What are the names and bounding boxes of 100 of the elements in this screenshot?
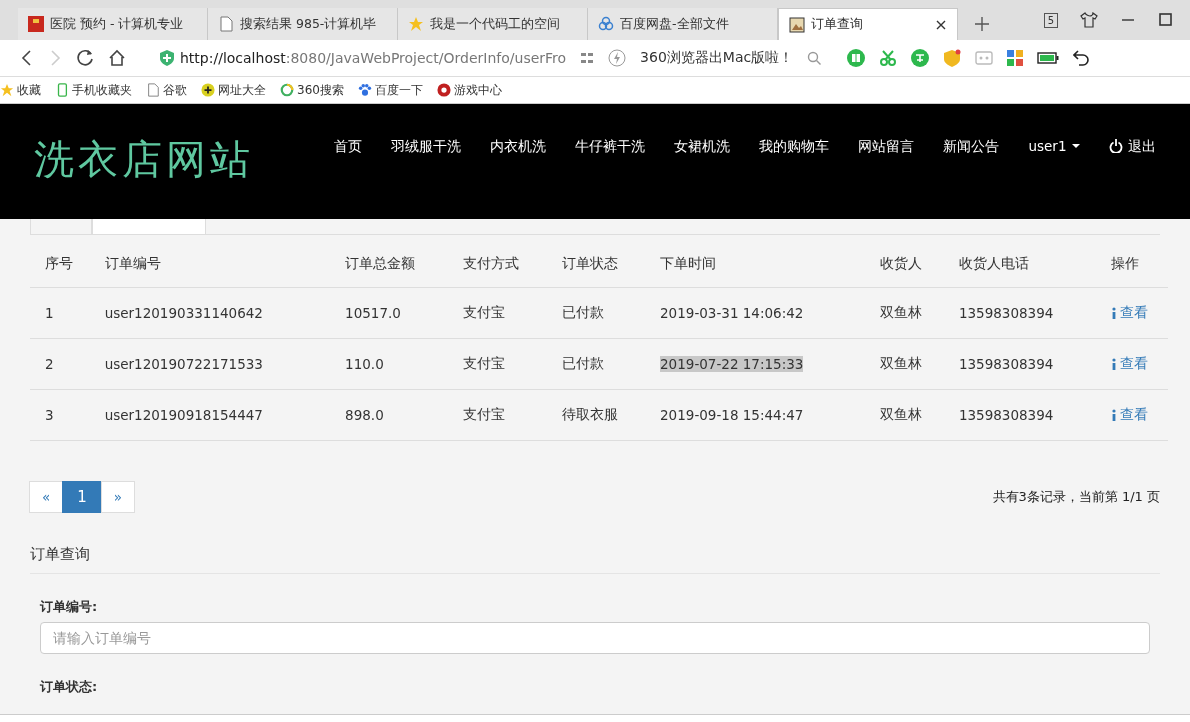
table-cell: 双鱼林 [879, 304, 922, 320]
back-icon[interactable] [20, 49, 34, 67]
caret-icon [1071, 144, 1080, 148]
table-cell: user120190918154447 [104, 407, 263, 423]
user-menu[interactable]: user1 [1013, 135, 1094, 157]
shield-icon [160, 50, 174, 66]
table-cell: 10517.0 [345, 305, 401, 321]
next-page-button[interactable]: » [100, 481, 136, 513]
shield-badge-icon[interactable] [943, 49, 962, 67]
section-title: 订单查询 [30, 545, 1160, 574]
reload-icon[interactable] [76, 49, 94, 67]
nav-link[interactable]: 牛仔裤干洗 [560, 135, 660, 157]
star-icon [408, 16, 424, 32]
page-icon [146, 83, 160, 97]
field-label: 订单编号: [40, 598, 99, 616]
column-header: 订单总金额 [330, 241, 449, 288]
phone-icon [55, 83, 69, 97]
table-cell: 已付款 [561, 355, 604, 371]
lightning-icon[interactable] [608, 49, 627, 67]
close-icon[interactable] [935, 18, 947, 31]
browser-tab[interactable]: 订单查询 [778, 8, 958, 40]
apps-icon[interactable] [1007, 50, 1024, 66]
table-cell: 双鱼林 [879, 355, 922, 371]
view-link[interactable]: 查看 [1110, 355, 1148, 373]
table-cell: 13598308394 [958, 305, 1054, 321]
table-cell: 待取衣服 [561, 406, 618, 422]
scissors-icon[interactable] [879, 49, 898, 67]
column-header: 下单时间 [645, 241, 865, 288]
field-label: 订单状态: [40, 678, 99, 696]
bookmark-link[interactable]: 游戏中心 [436, 81, 502, 99]
search-icon[interactable] [807, 51, 822, 65]
column-header: 操作 [1095, 241, 1168, 288]
column-header: 订单编号 [89, 241, 331, 288]
grid-icon[interactable] [580, 51, 595, 65]
ring-icon [280, 83, 294, 97]
nav-link[interactable]: 网站留言 [843, 135, 929, 157]
bookmark-link[interactable]: 收藏 [0, 81, 41, 99]
browser-tab[interactable]: 我是一个代码工的空间 [398, 8, 588, 40]
page-icon [218, 16, 234, 32]
table-cell: 已付款 [561, 304, 604, 320]
table-cell: 2019-03-31 14:06:42 [660, 305, 804, 321]
table-cell: 13598308394 [958, 407, 1054, 423]
info-icon [1110, 409, 1117, 421]
bookmark-link[interactable]: 手机收藏夹 [55, 81, 132, 99]
column-header: 收货人 [864, 241, 944, 288]
table-cell: 2019-07-22 17:15:33 [660, 356, 804, 372]
logout-link[interactable]: 退出 [1094, 135, 1170, 157]
power-icon [1108, 139, 1123, 153]
bookmark-link[interactable]: 网址大全 [201, 81, 266, 99]
nav-link[interactable]: 羽绒服干洗 [376, 135, 476, 157]
browser-tab[interactable]: 百度网盘-全部文件 [588, 8, 778, 40]
paw-icon [357, 83, 372, 97]
view-link[interactable]: 查看 [1110, 304, 1148, 322]
undo-icon[interactable] [1073, 49, 1092, 67]
input-field[interactable]: 请输入订单编号 [40, 622, 1150, 654]
hospital-logo-icon [28, 16, 44, 32]
nav-link[interactable]: 我的购物车 [744, 135, 844, 157]
view-link[interactable]: 查看 [1110, 406, 1148, 424]
cloud-icon [598, 16, 614, 32]
browser-tab[interactable]: 医院 预约 - 计算机专业 [18, 8, 208, 40]
column-header: 支付方式 [448, 241, 547, 288]
table-cell: 支付宝 [463, 355, 506, 371]
table-cell: user120190331140642 [104, 305, 263, 321]
battery-icon[interactable] [1037, 51, 1060, 65]
table-cell: 3 [45, 407, 54, 423]
table-cell: 13598308394 [958, 356, 1054, 372]
nav-link[interactable]: 内衣机洗 [475, 135, 561, 157]
browser-tab[interactable]: 搜索结果 985-计算机毕 [208, 8, 398, 40]
plus-icon[interactable] [974, 16, 990, 32]
translate-icon[interactable] [911, 49, 930, 67]
table-cell: 支付宝 [463, 304, 506, 320]
bookmark-link[interactable]: 360搜索 [280, 81, 344, 99]
table-cell: 2 [45, 356, 54, 372]
maximize-icon[interactable] [1158, 12, 1174, 28]
table-cell: 1 [45, 305, 54, 321]
table-cell: 110.0 [345, 356, 384, 372]
nav-link[interactable]: 新闻公告 [928, 135, 1014, 157]
table-cell: user120190722171533 [104, 356, 263, 372]
tab-count[interactable]: 5 [1043, 12, 1058, 28]
page-button[interactable]: 1 [62, 481, 102, 513]
site-logo[interactable]: 洗衣店网站 [34, 132, 254, 187]
previous-page-button[interactable]: « [29, 481, 64, 513]
address-field[interactable]: http://localhost:8080/JavaWebProject/OrderInfo/userFro [160, 50, 567, 66]
table-cell: 2019-09-18 15:44:47 [660, 407, 804, 423]
table-cell: 898.0 [345, 407, 384, 423]
bookmark-link[interactable]: 谷歌 [146, 81, 187, 99]
table-cell: 支付宝 [463, 406, 506, 422]
info-icon [1110, 358, 1117, 370]
star-icon [0, 83, 14, 97]
home-icon[interactable] [108, 49, 126, 67]
table-cell: 双鱼林 [879, 406, 922, 422]
bookmark-link[interactable]: 百度一下 [357, 81, 423, 99]
shirt-icon[interactable] [1080, 12, 1098, 28]
column-header: 收货人电话 [943, 241, 1096, 288]
nav-link[interactable]: 女裙机洗 [659, 135, 745, 157]
plus-circle-icon [201, 83, 215, 97]
search-field[interactable]: 360浏览器出Mac版啦！ [640, 49, 794, 67]
column-header: 订单状态 [546, 241, 646, 288]
nav-link[interactable]: 首页 [319, 135, 377, 157]
reader-icon[interactable] [847, 49, 866, 67]
